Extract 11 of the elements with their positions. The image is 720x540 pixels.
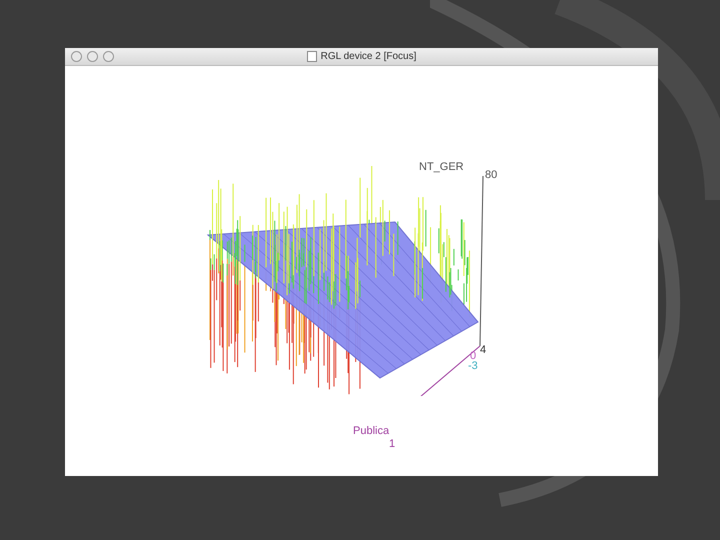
z-axis-tick: 80 [485, 168, 498, 183]
x-axis-tick: 0 [470, 351, 476, 362]
window-title: RGL device 2 [Focus] [320, 50, 416, 64]
y-axis-tick: 1 [389, 437, 396, 452]
zoom-button[interactable] [103, 51, 114, 62]
x-axis-tick: -3 [468, 361, 478, 372]
z-axis-title: NT_GER [419, 160, 464, 175]
minimize-button[interactable] [87, 51, 98, 62]
z-axis-tick: 4 [480, 343, 486, 358]
close-button[interactable] [71, 51, 82, 62]
y-axis-title: Publica [353, 424, 390, 439]
